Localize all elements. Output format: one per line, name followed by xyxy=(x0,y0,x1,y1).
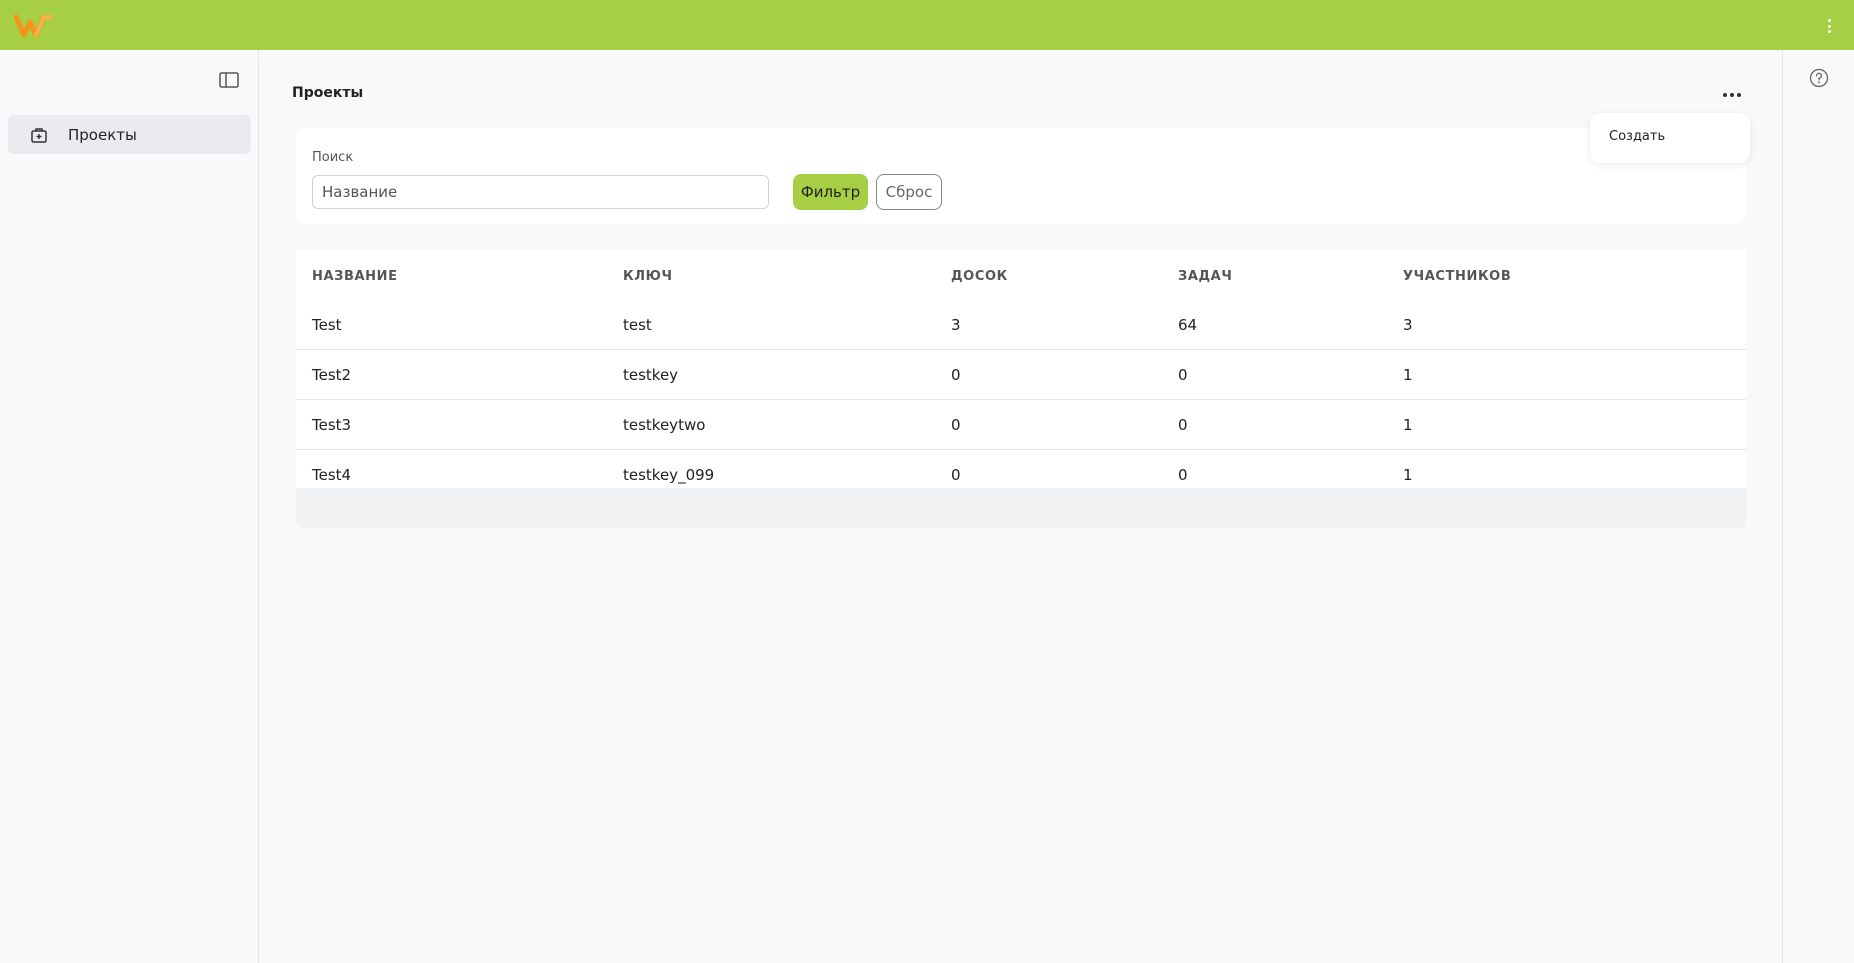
app-logo[interactable] xyxy=(14,14,58,38)
cell-members: 1 xyxy=(1403,366,1413,384)
column-header-name[interactable]: НАЗВАНИЕ xyxy=(312,250,398,300)
reset-button[interactable]: Сброс xyxy=(876,174,942,210)
table-row[interactable]: Test3 testkeytwo 0 0 1 xyxy=(296,400,1746,450)
projects-table: НАЗВАНИЕ КЛЮЧ ДОСОК ЗАДАЧ УЧАСТНИКОВ Tes… xyxy=(296,250,1746,528)
cell-key: testkey xyxy=(623,366,679,384)
cell-name: Test xyxy=(312,316,342,334)
column-header-tasks[interactable]: ЗАДАЧ xyxy=(1178,250,1232,300)
sidebar: Проекты xyxy=(0,50,259,963)
briefcase-plus-icon xyxy=(31,127,47,143)
table-footer xyxy=(296,488,1746,528)
table-body: Test test 3 64 3 Test2 testkey 0 0 1 Tes… xyxy=(296,300,1746,500)
create-menu-item[interactable]: Создать xyxy=(1609,129,1665,144)
column-header-boards[interactable]: ДОСОК xyxy=(951,250,1008,300)
cell-name: Test2 xyxy=(312,366,352,384)
table-row[interactable]: Test2 testkey 0 0 1 xyxy=(296,350,1746,400)
cell-tasks: 0 xyxy=(1178,416,1188,434)
cell-boards: 0 xyxy=(951,366,961,384)
sidebar-item-projects[interactable]: Проекты xyxy=(8,115,251,154)
cell-tasks: 64 xyxy=(1178,316,1198,334)
cell-key: testkeytwo xyxy=(623,416,706,434)
cell-boards: 0 xyxy=(951,416,961,434)
cell-tasks: 0 xyxy=(1178,366,1188,384)
sidebar-collapse-icon[interactable] xyxy=(218,70,240,90)
search-input[interactable] xyxy=(312,175,769,209)
more-actions-icon[interactable] xyxy=(1720,86,1744,104)
sidebar-item-label: Проекты xyxy=(68,125,137,144)
filter-button[interactable]: Фильтр xyxy=(793,174,868,210)
cell-name: Test3 xyxy=(312,416,352,434)
page-title: Проекты xyxy=(292,85,364,101)
right-rail xyxy=(1782,50,1854,963)
filter-panel: Поиск Фильтр Сброс xyxy=(296,128,1746,224)
column-header-members[interactable]: УЧАСТНИКОВ xyxy=(1403,250,1511,300)
table-header: НАЗВАНИЕ КЛЮЧ ДОСОК ЗАДАЧ УЧАСТНИКОВ xyxy=(296,250,1746,300)
column-header-key[interactable]: КЛЮЧ xyxy=(623,250,673,300)
cell-boards: 3 xyxy=(951,316,961,334)
cell-key: test xyxy=(623,316,652,334)
cell-members: 3 xyxy=(1403,316,1413,334)
cell-members: 1 xyxy=(1403,416,1413,434)
actions-dropdown: Создать xyxy=(1590,113,1750,163)
help-icon[interactable] xyxy=(1809,68,1829,88)
top-bar xyxy=(0,0,1854,50)
app-menu-icon[interactable] xyxy=(1822,16,1836,36)
table-row[interactable]: Test test 3 64 3 xyxy=(296,300,1746,350)
search-label: Поиск xyxy=(312,150,354,165)
